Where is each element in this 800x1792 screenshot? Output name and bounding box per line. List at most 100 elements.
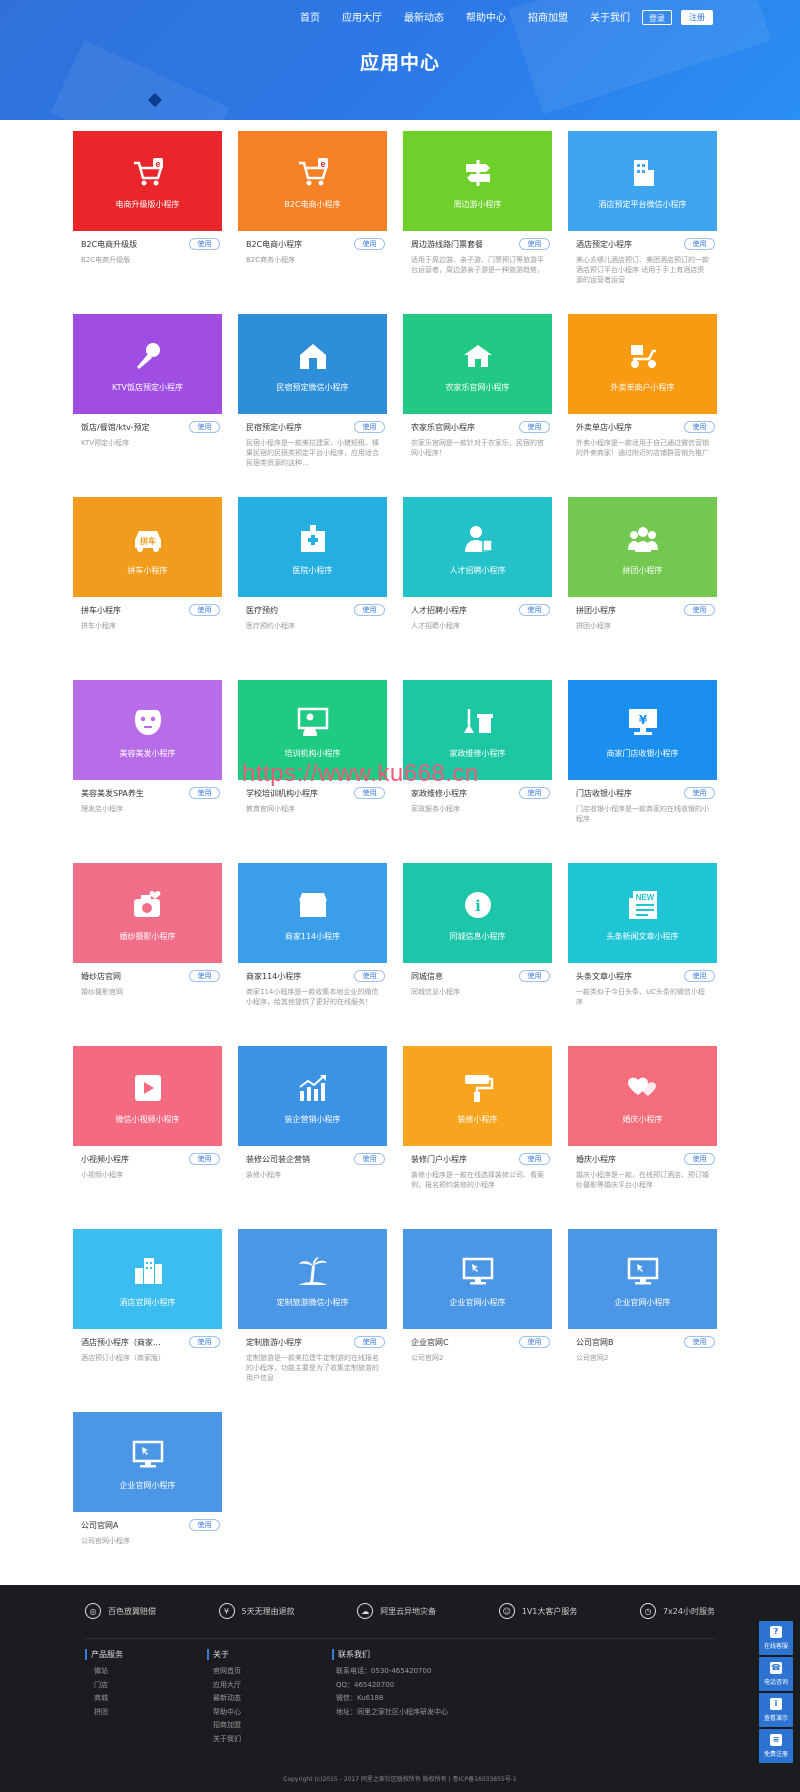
use-button[interactable]: 使用	[354, 421, 385, 433]
app-tile[interactable]: 拼团小程序	[568, 497, 717, 597]
app-card[interactable]: 民宿预定微信小程序 民宿预定小程序 使用 民宿小程序是一款美拉建家、小猪短租、榛果民宿…	[238, 314, 387, 467]
footer-link[interactable]: 门店	[85, 1679, 123, 1693]
use-button[interactable]: 使用	[519, 1336, 550, 1348]
use-button[interactable]: 使用	[189, 787, 220, 799]
footer-link[interactable]: 微站	[85, 1665, 123, 1679]
use-button[interactable]: 使用	[519, 421, 550, 433]
use-button[interactable]: 使用	[354, 787, 385, 799]
use-button[interactable]: 使用	[354, 604, 385, 616]
app-card[interactable]: NEW 头条新闻文章小程序 头条文章小程序 使用 一款类似于今日头条、UC头条的微信小程…	[568, 863, 717, 1009]
use-button[interactable]: 使用	[684, 1336, 715, 1348]
use-button[interactable]: 使用	[189, 238, 220, 250]
app-card[interactable]: e 电商升级版小程序 B2C电商升级版 使用 B2C电商升级版	[73, 131, 222, 277]
use-button[interactable]: 使用	[519, 238, 550, 250]
app-card[interactable]: 培训机构小程序 学校培训机构小程序 使用 教育官网小程序	[238, 680, 387, 826]
app-tile[interactable]: 酒店官网小程序	[73, 1229, 222, 1329]
footer-link[interactable]: 关于我们	[207, 1733, 241, 1747]
nav-item-franchise[interactable]: 招商加盟	[528, 9, 568, 24]
app-tile[interactable]: 定制旅游微信小程序	[238, 1229, 387, 1329]
footer-link[interactable]: 帮助中心	[207, 1706, 241, 1720]
app-tile[interactable]: 商家114小程序	[238, 863, 387, 963]
footer-link[interactable]: 应用大厅	[207, 1679, 241, 1693]
app-tile[interactable]: 外卖单商户小程序	[568, 314, 717, 414]
nav-item-home[interactable]: 首页	[300, 9, 320, 24]
register-button[interactable]: 注册	[681, 10, 713, 25]
float-demo[interactable]: i 查看演示	[759, 1693, 793, 1727]
app-card[interactable]: e B2C电商小程序 B2C电商小程序 使用 B2C商务小程序	[238, 131, 387, 277]
float-online-service[interactable]: ? 在线客服	[759, 1621, 793, 1655]
footer-link[interactable]: 招商加盟	[207, 1719, 241, 1733]
footer-link[interactable]: 最新动态	[207, 1692, 241, 1706]
app-card[interactable]: ¥ 商家门店收银小程序 门店收银小程序 使用 门店收银小程序是一款商家的在线收银的小程序	[568, 680, 717, 826]
app-card[interactable]: 人才招聘小程序 人才招聘小程序 使用 人才招聘小程序	[403, 497, 552, 643]
use-button[interactable]: 使用	[519, 787, 550, 799]
footer-link[interactable]: 官网首页	[207, 1665, 241, 1679]
float-register[interactable]: ≡ 免费注册	[759, 1729, 793, 1763]
use-button[interactable]: 使用	[519, 970, 550, 982]
app-tile[interactable]: 民宿预定微信小程序	[238, 314, 387, 414]
login-button[interactable]: 登录	[642, 10, 672, 25]
app-card[interactable]: 拼车 拼车小程序 拼车小程序 使用 拼车小程序	[73, 497, 222, 643]
app-card[interactable]: 农家乐官网小程序 农家乐官网小程序 使用 农家乐官网是一款针对于农家乐、民宿的官网小程…	[403, 314, 552, 460]
use-button[interactable]: 使用	[354, 970, 385, 982]
app-card[interactable]: 家政维修小程序 家政维修小程序 使用 家政服务小程序	[403, 680, 552, 826]
app-tile[interactable]: 企业官网小程序	[403, 1229, 552, 1329]
nav-item-app-hall[interactable]: 应用大厅	[342, 9, 382, 24]
app-tile[interactable]: 微信小视频小程序	[73, 1046, 222, 1146]
float-phone[interactable]: ☎ 电话咨询	[759, 1657, 793, 1691]
app-card[interactable]: 定制旅游微信小程序 定制旅游小程序 使用 定制旅游是一款美拉建牛定制游的在线报名的小程…	[238, 1229, 387, 1382]
app-tile[interactable]: 装企营销小程序	[238, 1046, 387, 1146]
app-tile[interactable]: 培训机构小程序	[238, 680, 387, 780]
app-tile[interactable]: ¥ 商家门店收银小程序	[568, 680, 717, 780]
app-tile[interactable]: 周边游小程序	[403, 131, 552, 231]
use-button[interactable]: 使用	[684, 970, 715, 982]
footer-link[interactable]: 拼团	[85, 1706, 123, 1720]
app-tile[interactable]: e B2C电商小程序	[238, 131, 387, 231]
use-button[interactable]: 使用	[519, 1153, 550, 1165]
app-card[interactable]: 商家114小程序 商家114小程序 使用 商家114小程序是一款收集本地企业的微信小程…	[238, 863, 387, 1009]
footer-link[interactable]: 商城	[85, 1692, 123, 1706]
app-card[interactable]: 外卖单商户小程序 外卖单店小程序 使用 外卖小程序是一款适用于自己通过微信营销的外卖商…	[568, 314, 717, 460]
app-card[interactable]: 企业官网小程序 公司官网B 使用 公司官网2	[568, 1229, 717, 1375]
app-card[interactable]: 医院小程序 医疗预约 使用 医疗预约小程序	[238, 497, 387, 643]
use-button[interactable]: 使用	[684, 604, 715, 616]
app-card[interactable]: 装企营销小程序 装修公司装企营销 使用 装修小程序	[238, 1046, 387, 1192]
app-tile[interactable]: 农家乐官网小程序	[403, 314, 552, 414]
app-card[interactable]: 酒店预定平台微信小程序 酒店预定小程序 使用 美心去哪儿酒店预订、美团酒店预订的一款酒…	[568, 131, 717, 284]
use-button[interactable]: 使用	[189, 970, 220, 982]
app-card[interactable]: 酒店官网小程序 酒店预小程序（商家... 使用 酒店预订小程序（商家版）	[73, 1229, 222, 1375]
app-tile[interactable]: 企业官网小程序	[568, 1229, 717, 1329]
use-button[interactable]: 使用	[354, 1336, 385, 1348]
nav-item-news[interactable]: 最新动态	[404, 9, 444, 24]
app-tile[interactable]: 人才招聘小程序	[403, 497, 552, 597]
app-card[interactable]: i 同城信息小程序 同城信息 使用 同城信息小程序	[403, 863, 552, 1009]
app-tile[interactable]: 婚纱摄影小程序	[73, 863, 222, 963]
app-card[interactable]: KTV饭店预定小程序 饭店/餐馆/ktv-预定 使用 KTV预定小程序	[73, 314, 222, 460]
app-card[interactable]: 周边游小程序 周边游线路门票套餐 使用 适用于周边游、亲子游、门票预订等旅游平台运营者…	[403, 131, 552, 277]
app-card[interactable]: 装修小程序 装修门户小程序 使用 装修小程序是一款在线选择装修公司、看案例，报名预约装…	[403, 1046, 552, 1192]
app-tile[interactable]: i 同城信息小程序	[403, 863, 552, 963]
app-tile[interactable]: 酒店预定平台微信小程序	[568, 131, 717, 231]
use-button[interactable]: 使用	[684, 1153, 715, 1165]
use-button[interactable]: 使用	[189, 1336, 220, 1348]
use-button[interactable]: 使用	[684, 421, 715, 433]
app-tile[interactable]: NEW 头条新闻文章小程序	[568, 863, 717, 963]
app-card[interactable]: 微信小视频小程序 小视频小程序 使用 小视频小程序	[73, 1046, 222, 1192]
use-button[interactable]: 使用	[684, 238, 715, 250]
app-card[interactable]: 拼团小程序 拼团小程序 使用 拼团小程序	[568, 497, 717, 643]
app-card[interactable]: 婚庆小程序 婚庆小程序 使用 婚庆小程序是一款，在线预订酒店、预订婚纱摄影等婚庆平台小…	[568, 1046, 717, 1192]
app-tile[interactable]: 医院小程序	[238, 497, 387, 597]
app-card[interactable]: 企业官网小程序 公司官网A 使用 公司官网小程序	[73, 1412, 222, 1558]
app-card[interactable]: 企业官网小程序 企业官网C 使用 公司官网2	[403, 1229, 552, 1375]
nav-item-about[interactable]: 关于我们	[590, 9, 630, 24]
app-tile[interactable]: 家政维修小程序	[403, 680, 552, 780]
app-tile[interactable]: 拼车 拼车小程序	[73, 497, 222, 597]
use-button[interactable]: 使用	[189, 1153, 220, 1165]
app-tile[interactable]: 美容美发小程序	[73, 680, 222, 780]
use-button[interactable]: 使用	[189, 1519, 220, 1531]
use-button[interactable]: 使用	[519, 604, 550, 616]
app-card[interactable]: 美容美发小程序 美容美发SPA养生 使用 理发店小程序	[73, 680, 222, 826]
use-button[interactable]: 使用	[354, 1153, 385, 1165]
use-button[interactable]: 使用	[189, 421, 220, 433]
app-tile[interactable]: 企业官网小程序	[73, 1412, 222, 1512]
